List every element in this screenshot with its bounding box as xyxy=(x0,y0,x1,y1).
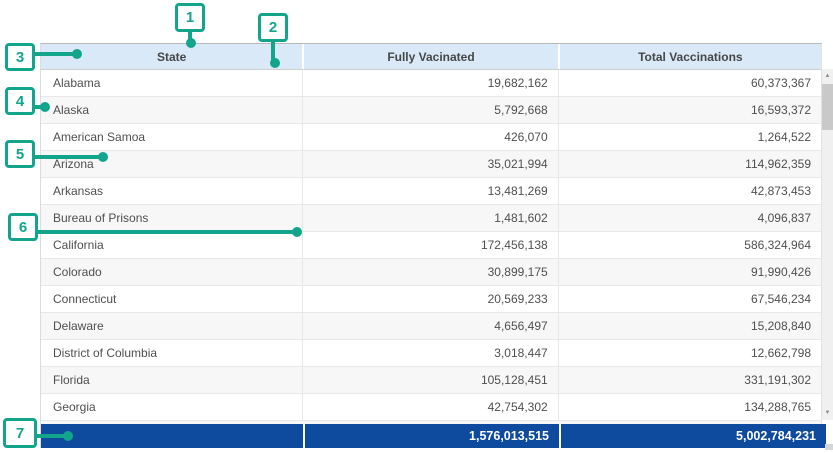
callout-2-dot xyxy=(270,58,280,68)
fully-vaccinated-cell: 105,128,451 xyxy=(302,367,557,393)
table-row[interactable]: Colorado 30,899,175 91,990,426 xyxy=(41,259,821,286)
table-row[interactable]: Alabama 19,682,162 60,373,367 xyxy=(41,70,821,97)
summary-fully-vaccinated-cell: 1,576,013,515 xyxy=(303,424,559,448)
state-cell: Delaware xyxy=(41,313,302,339)
callout-3-dot xyxy=(72,49,82,59)
fully-vaccinated-cell: 42,754,302 xyxy=(302,394,557,420)
annotation-callout-2: 2 xyxy=(258,13,288,42)
table-row[interactable]: Georgia 42,754,302 134,288,765 xyxy=(41,394,821,421)
table-row[interactable]: Bureau of Prisons 1,481,602 4,096,837 xyxy=(41,205,821,232)
summary-state-cell xyxy=(41,424,303,448)
callout-2-label: 2 xyxy=(269,19,277,36)
callout-4-label: 4 xyxy=(16,93,24,110)
table-row[interactable]: Arizona 35,021,994 114,962,359 xyxy=(41,151,821,178)
total-vaccinations-cell: 12,662,798 xyxy=(558,340,821,366)
scroll-down-icon[interactable]: ▼ xyxy=(822,406,833,420)
table-row[interactable]: Delaware 4,656,497 15,208,840 xyxy=(41,313,821,340)
column-header-fully-vaccinated[interactable]: Fully Vacinated xyxy=(302,44,557,69)
total-vaccinations-cell: 67,546,234 xyxy=(558,286,821,312)
state-cell: Alaska xyxy=(41,97,302,123)
scroll-up-icon[interactable]: ▲ xyxy=(822,69,833,83)
total-vaccinations-cell: 1,264,522 xyxy=(558,124,821,150)
table-row[interactable]: Florida 105,128,451 331,191,302 xyxy=(41,367,821,394)
state-cell: American Samoa xyxy=(41,124,302,150)
table-row[interactable]: Alaska 5,792,668 16,593,372 xyxy=(41,97,821,124)
callout-1-label: 1 xyxy=(186,9,194,26)
callout-5-label: 5 xyxy=(16,146,24,163)
total-vaccinations-cell: 586,324,964 xyxy=(558,232,821,258)
state-cell: Florida xyxy=(41,367,302,393)
attribute-table: State Fully Vacinated Total Vaccinations… xyxy=(40,43,822,448)
annotation-callout-5: 5 xyxy=(5,140,35,168)
total-vaccinations-cell: 16,593,372 xyxy=(558,97,821,123)
annotation-callout-1: 1 xyxy=(175,3,205,32)
annotation-callout-3: 3 xyxy=(5,43,35,71)
callout-7-label: 7 xyxy=(16,425,24,442)
callout-5-dot xyxy=(98,152,108,162)
total-vaccinations-cell: 42,873,453 xyxy=(558,178,821,204)
state-cell: Colorado xyxy=(41,259,302,285)
table-row[interactable]: Arkansas 13,481,269 42,873,453 xyxy=(41,178,821,205)
state-cell: Georgia xyxy=(41,394,302,420)
state-cell: Connecticut xyxy=(41,286,302,312)
column-header-total-vaccinations[interactable]: Total Vaccinations xyxy=(558,44,821,69)
fully-vaccinated-cell: 3,018,447 xyxy=(302,340,557,366)
scrollbar-corner xyxy=(825,444,833,450)
state-cell: Alabama xyxy=(41,70,302,96)
state-cell: California xyxy=(41,232,302,258)
fully-vaccinated-cell: 5,792,668 xyxy=(302,97,557,123)
total-vaccinations-cell: 134,288,765 xyxy=(558,394,821,420)
state-cell: District of Columbia xyxy=(41,340,302,366)
callout-5-stem xyxy=(34,155,104,159)
fully-vaccinated-cell: 30,899,175 xyxy=(302,259,557,285)
table-row[interactable]: California 172,456,138 586,324,964 xyxy=(41,232,821,259)
table-row[interactable]: District of Columbia 3,018,447 12,662,79… xyxy=(41,340,821,367)
callout-4-dot xyxy=(40,102,50,112)
annotation-callout-6: 6 xyxy=(8,213,38,241)
callout-3-label: 3 xyxy=(16,49,24,66)
scrollbar-thumb[interactable] xyxy=(822,84,833,130)
fully-vaccinated-cell: 19,682,162 xyxy=(302,70,557,96)
vertical-scrollbar[interactable]: ▲ ▼ xyxy=(822,69,833,420)
fully-vaccinated-cell: 13,481,269 xyxy=(302,178,557,204)
fully-vaccinated-cell: 1,481,602 xyxy=(302,205,557,231)
state-cell: Bureau of Prisons xyxy=(41,205,302,231)
fully-vaccinated-cell: 20,569,233 xyxy=(302,286,557,312)
total-vaccinations-cell: 114,962,359 xyxy=(558,151,821,177)
callout-6-dot xyxy=(292,227,302,237)
fully-vaccinated-cell: 4,656,497 xyxy=(302,313,557,339)
annotation-callout-7: 7 xyxy=(3,418,37,448)
fully-vaccinated-cell: 172,456,138 xyxy=(302,232,557,258)
state-cell: Arkansas xyxy=(41,178,302,204)
table-header-row: State Fully Vacinated Total Vaccinations xyxy=(41,44,821,70)
table-row[interactable]: Connecticut 20,569,233 67,546,234 xyxy=(41,286,821,313)
fully-vaccinated-cell: 426,070 xyxy=(302,124,557,150)
annotation-callout-4: 4 xyxy=(5,87,35,115)
callout-1-dot xyxy=(186,38,196,48)
callout-7-dot xyxy=(63,431,73,441)
total-vaccinations-cell: 331,191,302 xyxy=(558,367,821,393)
summary-total-vaccinations-cell: 5,002,784,231 xyxy=(559,424,826,448)
total-vaccinations-cell: 15,208,840 xyxy=(558,313,821,339)
callout-6-stem xyxy=(37,230,297,234)
table-body: Alabama 19,682,162 60,373,367 Alaska 5,7… xyxy=(41,70,821,421)
summary-row: 1,576,013,515 5,002,784,231 xyxy=(41,424,826,448)
callout-6-label: 6 xyxy=(19,219,27,236)
table-row[interactable]: American Samoa 426,070 1,264,522 xyxy=(41,124,821,151)
fully-vaccinated-cell: 35,021,994 xyxy=(302,151,557,177)
total-vaccinations-cell: 4,096,837 xyxy=(558,205,821,231)
total-vaccinations-cell: 60,373,367 xyxy=(558,70,821,96)
total-vaccinations-cell: 91,990,426 xyxy=(558,259,821,285)
